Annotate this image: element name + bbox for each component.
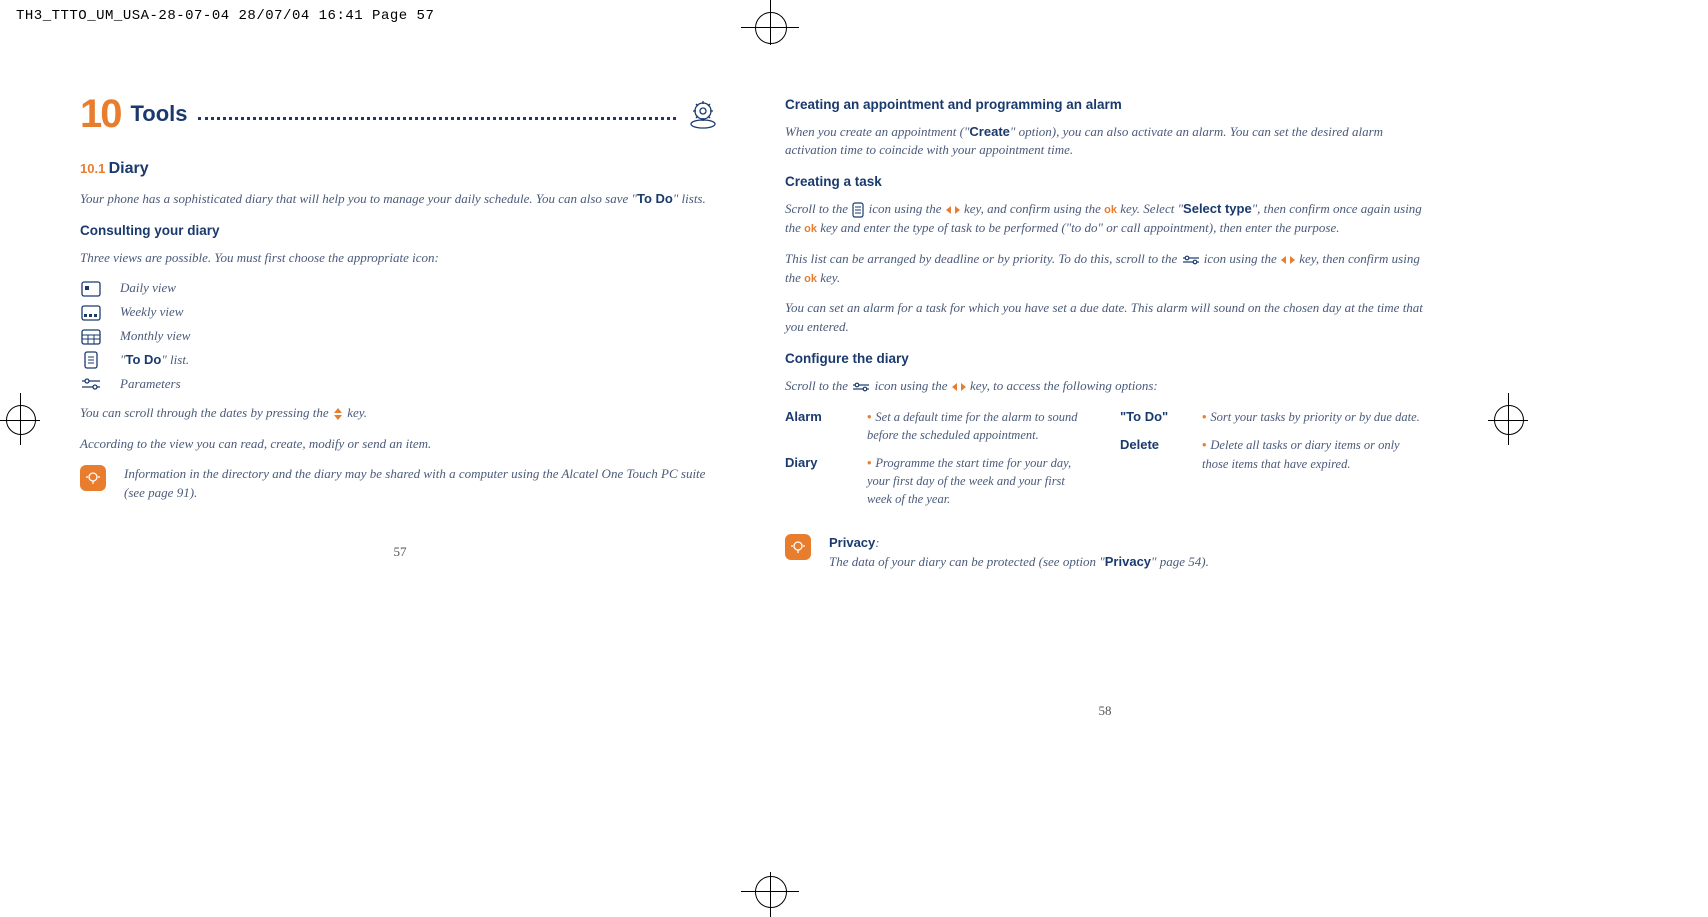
diary-intro: Your phone has a sophisticated diary tha… — [80, 190, 720, 209]
config-delete-label: Delete — [1120, 436, 1190, 472]
left-right-key-icon — [1280, 255, 1296, 265]
heading-consulting: Consulting your diary — [80, 221, 720, 241]
create-appointment-text: When you create an appointment ("Create"… — [785, 123, 1425, 161]
privacy-text: Privacy: The data of your diary can be p… — [829, 534, 1425, 572]
parameters-label: Parameters — [120, 375, 181, 394]
according-text: According to the view you can read, crea… — [80, 435, 720, 454]
crop-mark-bottom — [755, 872, 785, 917]
parameters-icon — [80, 377, 102, 391]
left-right-key-icon — [945, 205, 961, 215]
task-text-2: This list can be arranged by deadline or… — [785, 250, 1425, 288]
config-todo-desc: •Sort your tasks by priority or by due d… — [1202, 408, 1425, 427]
weekly-view-icon — [80, 305, 102, 321]
info-text: Information in the directory and the dia… — [124, 465, 720, 503]
config-diary-label: Diary — [785, 454, 855, 508]
consult-intro: Three views are possible. You must first… — [80, 249, 720, 268]
ok-key-icon: ok — [804, 273, 817, 285]
parameters-icon — [1181, 254, 1201, 266]
lightbulb-icon — [785, 534, 811, 560]
info-box-pc-suite: Information in the directory and the dia… — [80, 465, 720, 503]
crop-mark-right — [1488, 405, 1528, 435]
daily-view-label: Daily view — [120, 279, 176, 298]
todo-list-label: "To Do" list. — [120, 351, 189, 370]
monthly-view-icon — [80, 329, 102, 345]
page-number-left: 57 — [80, 543, 720, 562]
config-alarm-label: Alarm — [785, 408, 855, 444]
heading-create-appointment: Creating an appointment and programming … — [785, 95, 1425, 115]
view-list: Daily view Weekly view Monthly view — [80, 279, 720, 393]
ok-key-icon: ok — [804, 223, 817, 235]
config-delete-desc: •Delete all tasks or diary items or only… — [1202, 436, 1425, 472]
config-intro: Scroll to the icon using the key, to acc… — [785, 377, 1425, 396]
up-down-key-icon — [332, 407, 344, 421]
parameters-icon — [851, 381, 871, 393]
info-box-privacy: Privacy: The data of your diary can be p… — [785, 534, 1425, 572]
task-text-3: You can set an alarm for a task for whic… — [785, 299, 1425, 337]
heading-configure: Configure the diary — [785, 349, 1425, 369]
todo-list-icon — [851, 202, 865, 218]
section-number: 10.1 — [80, 161, 105, 176]
tools-gear-icon — [686, 99, 720, 129]
config-alarm-desc: •Set a default time for the alarm to sou… — [867, 408, 1090, 444]
config-options: Alarm •Set a default time for the alarm … — [785, 408, 1425, 519]
config-diary-desc: •Programme the start time for your day, … — [867, 454, 1090, 508]
lightbulb-icon — [80, 465, 106, 491]
left-right-key-icon — [951, 382, 967, 392]
print-header: TH3_TTTO_UM_USA-28-07-04 28/07/04 16:41 … — [16, 6, 434, 26]
monthly-view-label: Monthly view — [120, 327, 190, 346]
weekly-view-label: Weekly view — [120, 303, 183, 322]
task-text-1: Scroll to the icon using the key, and co… — [785, 200, 1425, 238]
page-number-right: 58 — [785, 702, 1425, 721]
chapter-title: Tools — [131, 98, 188, 130]
ok-key-icon: ok — [1104, 204, 1117, 216]
daily-view-icon — [80, 281, 102, 297]
crop-mark-left — [0, 405, 40, 435]
config-todo-label: "To Do" — [1120, 408, 1190, 427]
section-title: Diary — [109, 160, 149, 177]
crop-mark-top — [755, 0, 785, 45]
chapter-number: 10 — [80, 85, 121, 143]
page-left: 10 Tools 10.1 Diary — [80, 85, 720, 721]
chapter-dots — [198, 108, 676, 120]
page-right: Creating an appointment and programming … — [785, 85, 1425, 721]
heading-create-task: Creating a task — [785, 172, 1425, 192]
todo-list-icon — [80, 351, 102, 369]
scroll-dates-text: You can scroll through the dates by pres… — [80, 404, 720, 423]
